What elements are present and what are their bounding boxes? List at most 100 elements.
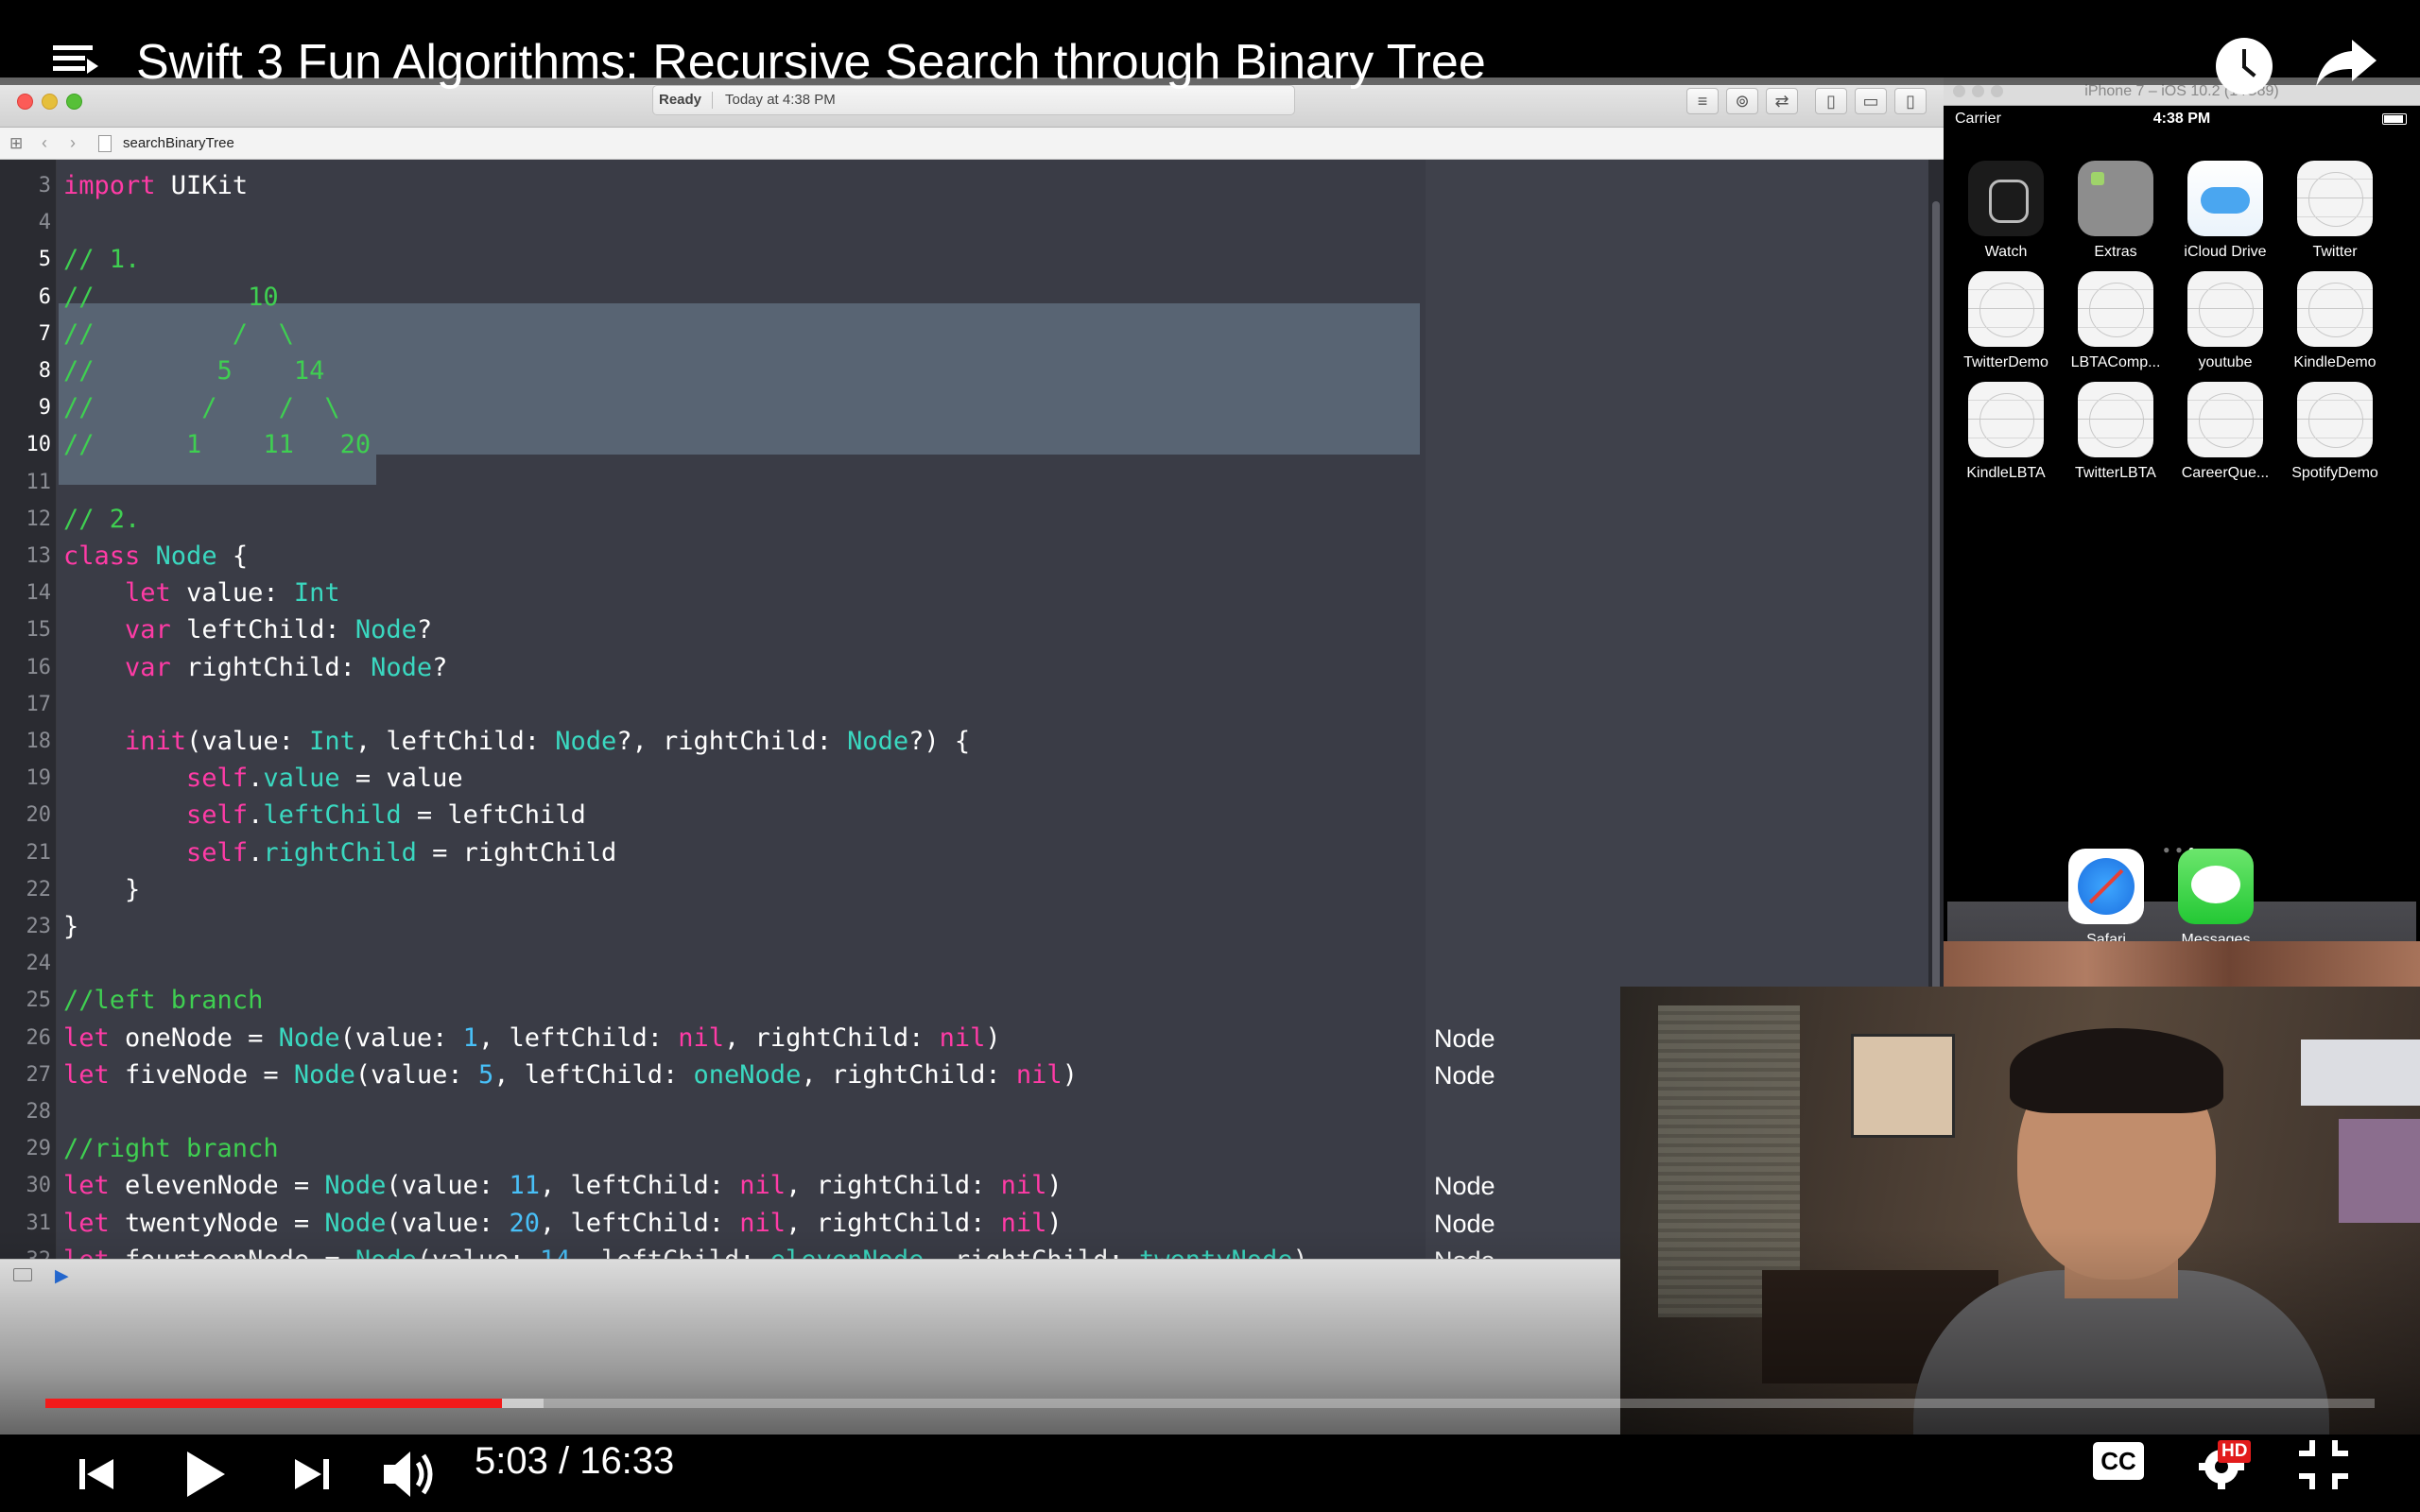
version-editor-button[interactable]: ⇄ xyxy=(1766,88,1798,114)
code-line[interactable]: 19 self.value = value xyxy=(0,764,1928,794)
video-title[interactable]: Swift 3 Fun Algorithms: Recursive Search… xyxy=(136,34,1486,91)
placeholder-app-icon xyxy=(2297,271,2373,347)
code-text[interactable]: let fiveNode = Node(value: 5, leftChild:… xyxy=(63,1060,1078,1091)
simulator-screen[interactable]: Carrier 4:38 PM Watch Extras iCloud Drive T… xyxy=(1947,106,2416,987)
back-arrow-icon[interactable]: ‹ xyxy=(42,133,47,153)
related-items-icon[interactable]: ⊞ xyxy=(9,134,23,153)
line-number: 4 xyxy=(38,211,51,235)
code-text[interactable]: //right branch xyxy=(63,1134,279,1164)
simulator-minimize-button[interactable] xyxy=(1972,85,1984,97)
app-kindledemo[interactable]: KindleDemo xyxy=(2286,271,2384,371)
window-close-button[interactable] xyxy=(17,94,33,110)
app-careerque[interactable]: CareerQue... xyxy=(2176,382,2274,482)
app-twitterlbta[interactable]: TwitterLBTA xyxy=(2066,382,2165,482)
breadcrumb-file[interactable]: searchBinaryTree xyxy=(123,135,234,151)
app-icloud-drive[interactable]: iCloud Drive xyxy=(2176,161,2274,261)
app-spotifydemo[interactable]: SpotifyDemo xyxy=(2286,382,2384,482)
code-line[interactable]: 7 // / \ xyxy=(0,319,1928,350)
time-display: 5:03 / 16:33 xyxy=(475,1440,675,1482)
status-time: 4:38 PM xyxy=(2152,111,2211,127)
code-line[interactable]: 11 xyxy=(0,468,1928,498)
next-icon[interactable] xyxy=(291,1453,333,1495)
play-icon[interactable] xyxy=(182,1450,227,1499)
code-line[interactable]: 20 self.leftChild = leftChild xyxy=(0,800,1928,831)
code-text[interactable]: let value: Int xyxy=(63,578,340,609)
code-text[interactable]: var leftChild: Node? xyxy=(63,615,432,645)
code-line[interactable]: 14 let value: Int xyxy=(0,578,1928,609)
code-text[interactable]: let elevenNode = Node(value: 11, leftChi… xyxy=(63,1171,1063,1201)
code-line[interactable]: 22 } xyxy=(0,875,1928,905)
toggle-debug-area-button[interactable]: ▭ xyxy=(1855,88,1887,114)
code-line[interactable]: 5 // 1. xyxy=(0,245,1928,275)
code-line[interactable]: 18 init(value: Int, leftChild: Node?, ri… xyxy=(0,727,1928,757)
code-line[interactable]: 17 xyxy=(0,690,1928,720)
volume-icon[interactable] xyxy=(382,1448,441,1501)
code-line[interactable]: 21 self.rightChild = rightChild xyxy=(0,838,1928,868)
code-line[interactable]: 10 // 1 11 20 xyxy=(0,430,1928,460)
code-line[interactable]: 12 // 2. xyxy=(0,505,1928,535)
code-text[interactable]: // / \ xyxy=(63,319,294,350)
progress-bar[interactable] xyxy=(45,1399,2375,1408)
playground-result[interactable]: Node xyxy=(1434,1023,1495,1054)
app-kindlelbta[interactable]: KindleLBTA xyxy=(1957,382,2055,482)
assistant-editor-button[interactable]: ⊚ xyxy=(1726,88,1758,114)
code-text[interactable]: // 10 xyxy=(63,283,279,313)
exit-fullscreen-icon[interactable] xyxy=(2297,1438,2350,1491)
line-number: 26 xyxy=(26,1025,52,1050)
icloud-drive-icon xyxy=(2187,161,2263,236)
app-label: TwitterLBTA xyxy=(2075,465,2156,481)
watch-later-icon[interactable] xyxy=(2216,38,2273,94)
app-lbtacomp[interactable]: LBTAComp... xyxy=(2066,271,2165,371)
code-line[interactable]: 15 var leftChild: Node? xyxy=(0,615,1928,645)
app-twitterdemo[interactable]: TwitterDemo xyxy=(1957,271,2055,371)
code-text[interactable]: let oneNode = Node(value: 1, leftChild: … xyxy=(63,1023,1001,1054)
code-text[interactable]: import UIKit xyxy=(63,171,248,201)
code-text[interactable]: self.value = value xyxy=(63,764,463,794)
app-youtube[interactable]: youtube xyxy=(2176,271,2274,371)
code-text[interactable]: // 5 14 xyxy=(63,356,324,387)
code-line[interactable]: 8 // 5 14 xyxy=(0,356,1928,387)
app-safari[interactable]: Safari xyxy=(2057,849,2155,949)
code-line[interactable]: 4 xyxy=(0,208,1928,238)
line-number: 25 xyxy=(26,988,52,1013)
window-minimize-button[interactable] xyxy=(42,94,58,110)
code-line[interactable]: 3 import UIKit xyxy=(0,171,1928,201)
playground-result[interactable]: Node xyxy=(1434,1060,1495,1091)
code-line[interactable]: 24 xyxy=(0,949,1928,979)
app-watch[interactable]: Watch xyxy=(1957,161,2055,261)
code-text[interactable]: // 2. xyxy=(63,505,140,535)
status-bar: Carrier 4:38 PM xyxy=(1947,106,2416,132)
previous-icon[interactable] xyxy=(76,1453,117,1495)
code-line[interactable]: 23} xyxy=(0,912,1928,942)
simulator-close-button[interactable] xyxy=(1953,85,1965,97)
app-twitter[interactable]: Twitter xyxy=(2286,161,2384,261)
code-line[interactable]: 6 // 10 xyxy=(0,283,1928,313)
code-text[interactable]: } xyxy=(63,875,140,905)
code-line[interactable]: 13 class Node { xyxy=(0,541,1928,572)
standard-editor-button[interactable]: ≡ xyxy=(1686,88,1719,114)
code-text[interactable]: self.leftChild = leftChild xyxy=(63,800,586,831)
code-text[interactable]: //left branch xyxy=(63,986,263,1016)
code-text[interactable]: // 1 11 20 xyxy=(63,430,371,460)
captions-button[interactable]: CC xyxy=(2093,1442,2144,1480)
code-text[interactable]: init(value: Int, leftChild: Node?, right… xyxy=(63,727,970,757)
app-messages[interactable]: Messages xyxy=(2167,849,2265,949)
toggle-utilities-button[interactable]: ▯ xyxy=(1894,88,1927,114)
forward-arrow-icon[interactable]: › xyxy=(70,133,76,153)
window-zoom-button[interactable] xyxy=(66,94,82,110)
code-line[interactable]: 16 var rightChild: Node? xyxy=(0,653,1928,683)
wall-poster xyxy=(1851,1034,1955,1138)
code-text[interactable]: // 1. xyxy=(63,245,140,275)
code-text[interactable]: } xyxy=(63,912,78,942)
playground-result[interactable]: Node xyxy=(1434,1171,1495,1201)
code-text[interactable]: var rightChild: Node? xyxy=(63,653,447,683)
share-icon[interactable] xyxy=(2314,34,2380,91)
app-extras[interactable]: Extras xyxy=(2066,161,2165,261)
code-text[interactable]: // / / \ xyxy=(63,393,340,423)
toggle-navigator-button[interactable]: ▯ xyxy=(1815,88,1847,114)
code-text[interactable]: class Node { xyxy=(63,541,248,572)
playlist-menu-icon[interactable] xyxy=(53,45,98,74)
code-line[interactable]: 9 // / / \ xyxy=(0,393,1928,423)
code-text[interactable]: self.rightChild = rightChild xyxy=(63,838,616,868)
simulator-zoom-button[interactable] xyxy=(1991,85,2003,97)
